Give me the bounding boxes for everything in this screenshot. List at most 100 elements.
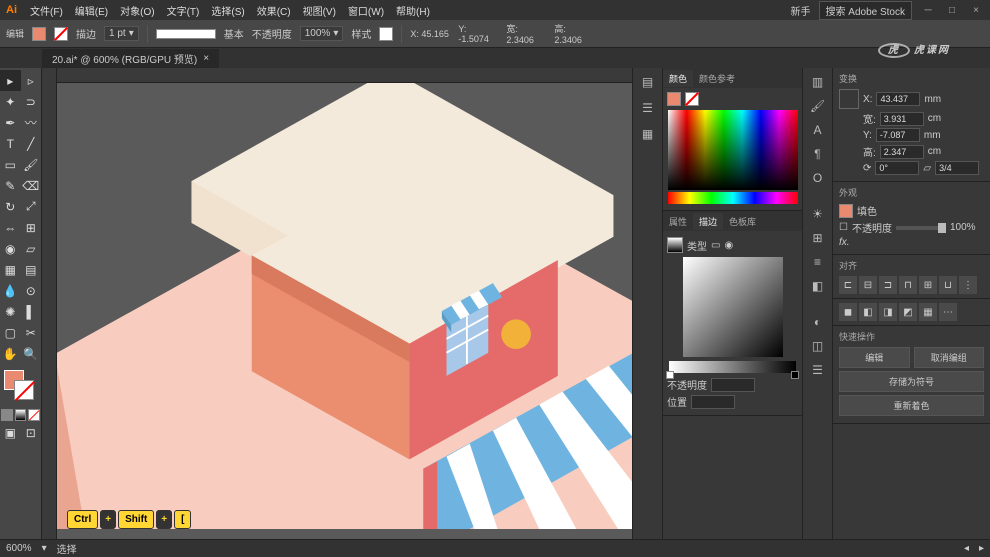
blend-tool[interactable]: ⊙ [21,280,42,301]
dock-appearance-icon[interactable]: ◐ [808,312,828,332]
minimize-icon[interactable]: ─ [920,2,936,18]
opacity-slider[interactable] [896,226,946,230]
tab-color-guide[interactable]: 颜色参考 [693,70,741,87]
paintbrush-tool[interactable]: 🖌 [21,154,42,175]
tab-properties[interactable]: 属性 [663,213,693,230]
grad-linear-icon[interactable]: ▭ [711,240,720,251]
x-input[interactable] [876,92,920,106]
search-stock[interactable]: 搜索 Adobe Stock [819,1,912,20]
tab-color[interactable]: 颜色 [663,70,693,87]
magic-wand-tool[interactable]: ✦ [0,91,21,112]
menu-type[interactable]: 文字(T) [162,1,205,20]
dock-transform-icon[interactable]: ⊞ [808,228,828,248]
dock-opentype-icon[interactable]: O [808,168,828,188]
align-top[interactable]: ⊓ [899,276,917,294]
align-vcenter[interactable]: ⊞ [919,276,937,294]
menu-edit[interactable]: 编辑(E) [70,1,113,20]
grad-swatch[interactable] [667,237,683,253]
scroll-right-icon[interactable]: ▸ [979,543,984,554]
btn-ungroup[interactable]: 取消编组 [914,347,985,368]
zoom-level[interactable]: 600% [6,543,32,554]
fill-mode-color[interactable] [1,409,13,421]
menu-help[interactable]: 帮助(H) [391,1,435,20]
dock-align-icon[interactable]: ≡ [808,252,828,272]
appear-fill[interactable] [839,204,853,218]
dock-swatch-icon[interactable]: ▦ [638,124,658,144]
dock-graphic-styles-icon[interactable]: ◫ [808,336,828,356]
curvature-tool[interactable]: 〰 [21,112,42,133]
dock-brushes-icon[interactable]: 🖌 [808,96,828,116]
fill-mode-gradient[interactable] [15,409,27,421]
slice-tool[interactable]: ✂ [21,322,42,343]
eraser-tool[interactable]: ⌫ [21,175,42,196]
coord-h[interactable]: 高: 2.3406 [554,22,594,45]
gradient-tool[interactable]: ▤ [21,259,42,280]
dock-paragraph-icon[interactable]: ¶ [808,144,828,164]
grad-radial-icon[interactable]: ◉ [724,240,733,251]
align-hcenter[interactable]: ⊟ [859,276,877,294]
close-icon[interactable]: × [968,2,984,18]
gradient-preview[interactable] [683,257,783,357]
style-swatch[interactable] [379,27,393,41]
pf-divide[interactable]: ▦ [919,303,937,321]
hand-tool[interactable]: ✋ [0,343,21,364]
menu-select[interactable]: 选择(S) [206,1,249,20]
gradient-ramp[interactable] [669,361,796,373]
maximize-icon[interactable]: □ [944,2,960,18]
ruler-vertical[interactable] [42,68,57,539]
rectangle-tool[interactable]: ▭ [0,154,21,175]
artboard-tool[interactable]: ▢ [0,322,21,343]
scroll-left-icon[interactable]: ◂ [964,543,969,554]
pen-tool[interactable]: ✒ [0,112,21,133]
hue-slider[interactable] [668,192,798,204]
scale-tool[interactable]: ⤢ [21,196,42,217]
coord-y[interactable]: Y: -1.5074 [458,24,498,44]
canvas[interactable]: Ctrl + Shift + [ [57,83,632,539]
type-tool[interactable]: T [0,133,21,154]
free-transform-tool[interactable]: ⊞ [21,217,42,238]
document-tab[interactable]: 20.ai* @ 600% (RGB/GPU 预览) × [42,49,219,68]
ruler-horizontal[interactable] [57,68,632,83]
background-color[interactable] [14,380,34,400]
btn-edit[interactable]: 编辑 [839,347,910,368]
shear-input[interactable] [935,161,979,175]
coord-x[interactable]: X: 45.165 [410,29,450,39]
pf-more[interactable]: ⋯ [939,303,957,321]
gradient-stop-start[interactable] [666,371,674,379]
panel-stroke-swatch[interactable] [685,92,699,106]
symbol-sprayer-tool[interactable]: ✺ [0,301,21,322]
align-left[interactable]: ⊏ [839,276,857,294]
rotate-tool[interactable]: ↻ [0,196,21,217]
dock-properties-icon[interactable]: ▤ [638,72,658,92]
graph-tool[interactable]: ▌ [21,301,42,322]
fill-mode-none[interactable] [28,409,40,421]
menu-file[interactable]: 文件(F) [25,1,68,20]
dock-pathfinder-icon[interactable]: ◧ [808,276,828,296]
panel-fill-swatch[interactable] [667,92,681,106]
color-controls[interactable] [4,370,37,402]
user-label[interactable]: 新手 [791,3,811,18]
grad-opacity-input[interactable] [711,378,755,392]
grad-position-input[interactable] [691,395,735,409]
opacity-input[interactable]: 100%▾ [300,26,344,41]
align-right[interactable]: ⊐ [879,276,897,294]
align-bottom[interactable]: ⊔ [939,276,957,294]
h-input[interactable] [880,145,924,159]
line-tool[interactable]: ╱ [21,133,42,154]
brush-preview[interactable] [156,29,216,39]
edit-mode[interactable]: ⊡ [21,422,42,443]
menu-object[interactable]: 对象(O) [115,1,159,20]
coord-w[interactable]: 宽: 2.3406 [506,22,546,45]
width-tool[interactable]: ⇔ [0,217,21,238]
dock-symbols-icon[interactable]: ☀ [808,204,828,224]
zoom-tool[interactable]: 🔍 [21,343,42,364]
tab-swatches[interactable]: 色板库 [723,213,762,230]
distribute-h[interactable]: ⋮ [959,276,977,294]
screen-mode[interactable]: ▣ [0,422,21,443]
menu-window[interactable]: 窗口(W) [343,1,389,20]
pf-minus[interactable]: ◧ [859,303,877,321]
dock-layers-icon[interactable]: ☰ [638,98,658,118]
reference-point[interactable] [839,89,859,109]
direct-selection-tool[interactable]: ▹ [21,70,42,91]
y-input[interactable] [876,128,920,142]
